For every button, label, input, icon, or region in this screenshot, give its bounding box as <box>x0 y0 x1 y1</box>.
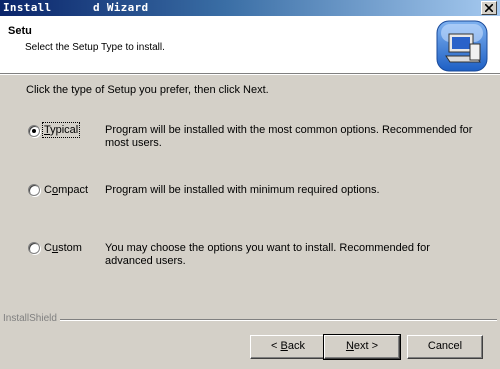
label-prefix: C <box>44 184 52 196</box>
next-button[interactable]: Next > <box>323 334 401 360</box>
wizard-header: Setu Select the Setup Type to install. <box>0 16 500 75</box>
installer-computer-icon <box>436 20 488 72</box>
brand-label: InstallShield <box>3 313 60 324</box>
button-prefix: < <box>271 340 281 352</box>
radio-typical[interactable] <box>28 125 40 137</box>
installer-window: Install d Wizard Setu Select the Setup T… <box>0 0 500 369</box>
radio-custom[interactable] <box>28 242 40 254</box>
button-accelerator: N <box>345 340 354 352</box>
button-rest: ext > <box>353 340 379 352</box>
label-rest: mpact <box>58 184 89 196</box>
close-icon <box>485 4 493 12</box>
option-label-custom[interactable]: Custom <box>44 242 82 254</box>
back-button[interactable]: < Back <box>250 335 326 359</box>
label-rest: stom <box>58 242 82 254</box>
radio-compact[interactable] <box>28 184 40 196</box>
footer-divider-highlight <box>60 320 497 321</box>
cancel-button[interactable]: Cancel <box>407 335 483 359</box>
option-label-typical[interactable]: Typical <box>41 122 81 138</box>
window-title: Install d Wizard <box>3 1 149 14</box>
close-button[interactable] <box>481 1 497 15</box>
header-subtitle: Select the Setup Type to install. <box>25 42 165 53</box>
option-description-compact: Program will be installed with minimum r… <box>105 184 380 196</box>
instruction-text: Click the type of Setup you prefer, then… <box>26 84 269 96</box>
label-rest: ypical <box>50 124 79 136</box>
header-title: Setu <box>8 25 32 37</box>
button-accelerator: B <box>280 340 288 352</box>
title-bar[interactable]: Install d Wizard <box>0 0 500 16</box>
option-description-typical: Program will be installed with the most … <box>105 124 473 149</box>
option-label-compact[interactable]: Compact <box>44 184 88 196</box>
label-prefix: C <box>44 242 52 254</box>
button-rest: ack <box>287 340 305 352</box>
option-description-custom: You may choose the options you want to i… <box>105 242 430 267</box>
